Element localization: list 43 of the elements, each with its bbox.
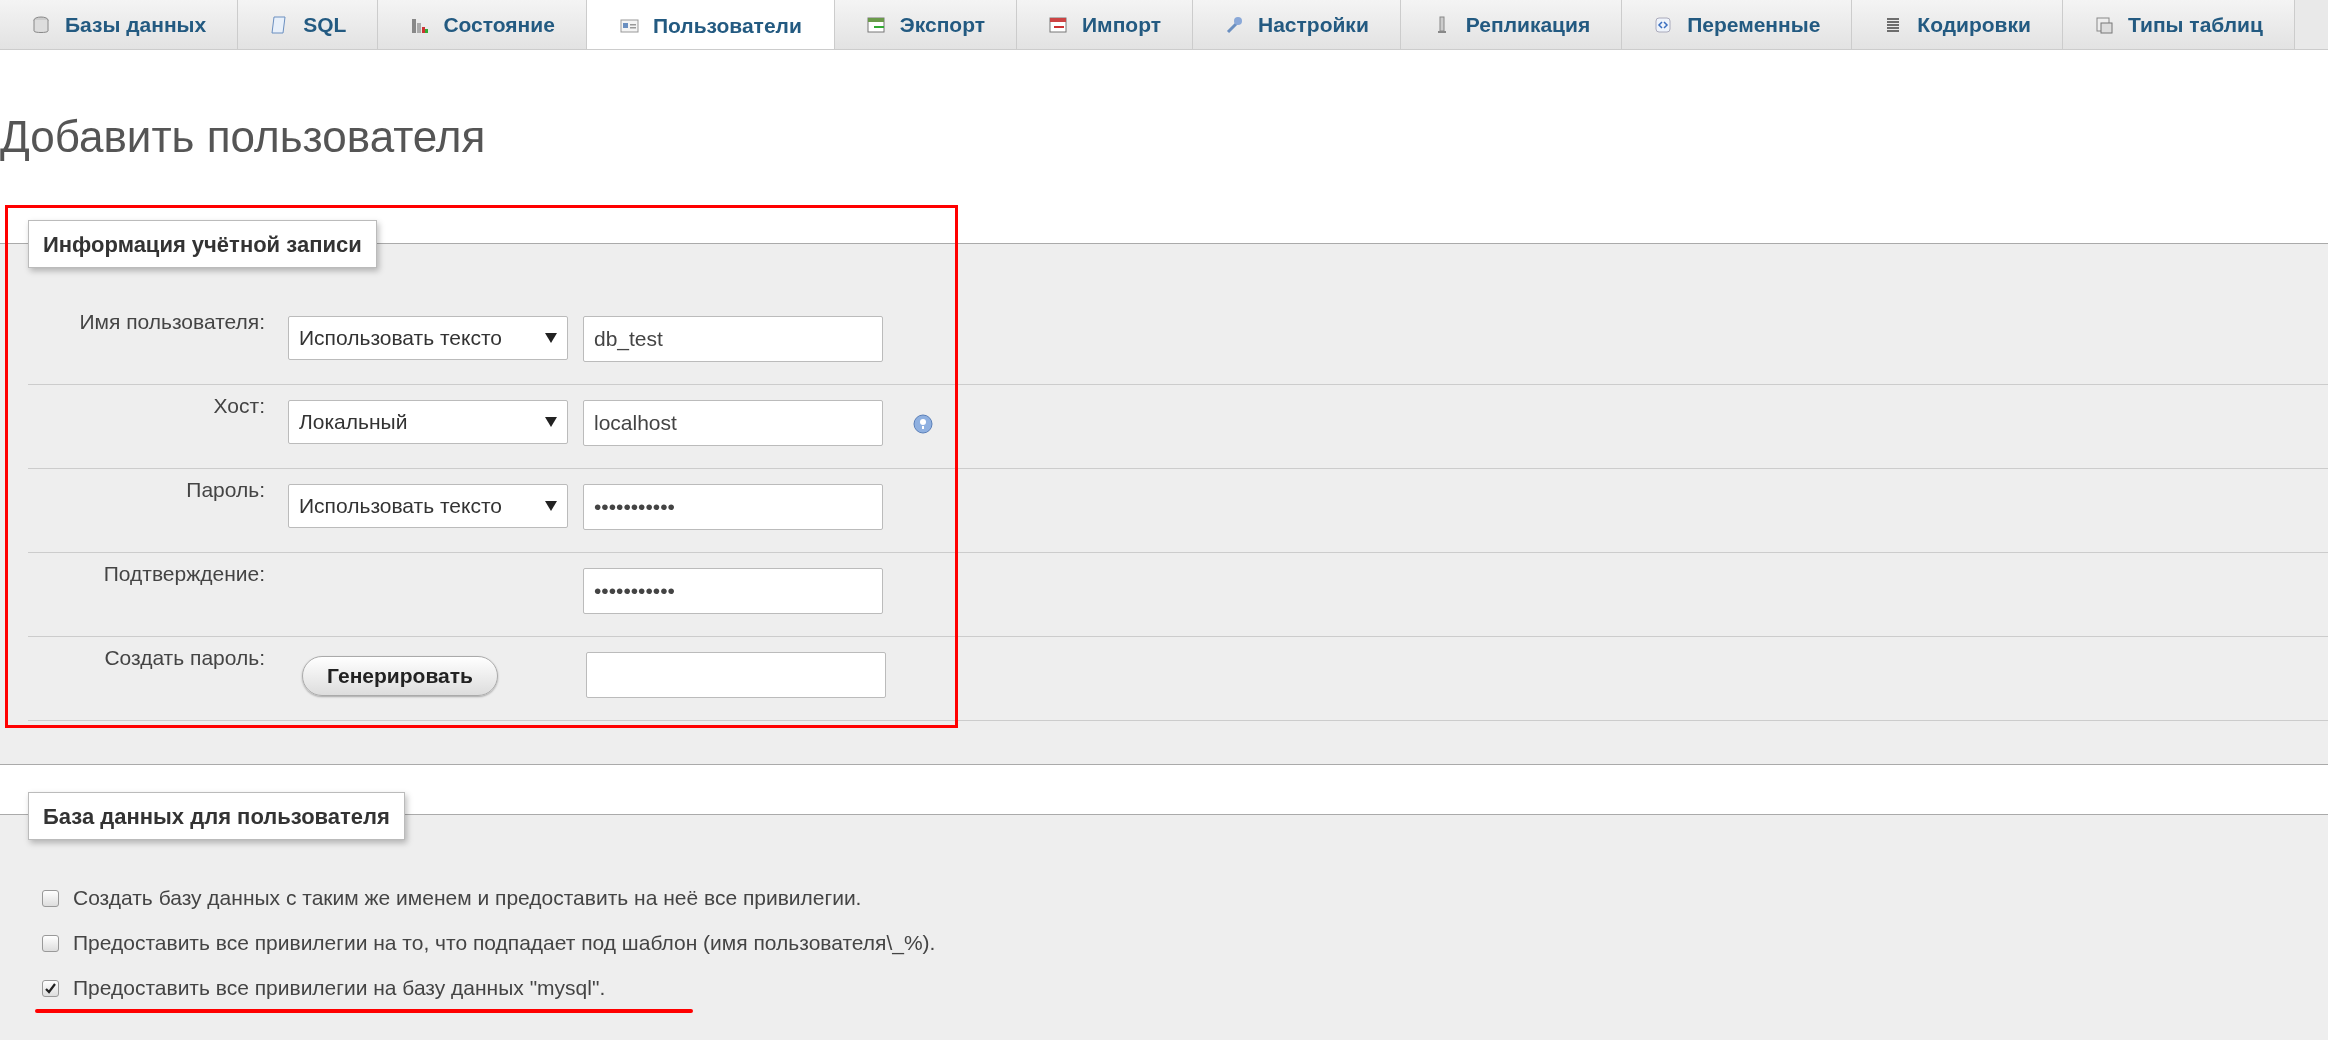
- caret-icon: [545, 417, 557, 427]
- tab[interactable]: SQL: [238, 0, 379, 49]
- cylinder-icon: [31, 15, 51, 35]
- tab[interactable]: Настройки: [1193, 0, 1401, 49]
- field-label: Подтверждение:: [102, 561, 265, 587]
- option-label: Создать базу данных с таким же именем и предоставить на неё все привилегии.: [73, 885, 862, 912]
- input-field[interactable]: [586, 652, 886, 698]
- input-field[interactable]: db_test: [583, 316, 883, 362]
- option-label: Предоставить все привилегии на то, что подпадает под шаблон (имя пользователя\_%).: [73, 930, 936, 957]
- tab[interactable]: Типы таблиц: [2062, 0, 2295, 49]
- input-field[interactable]: •••••••••••: [583, 568, 883, 614]
- tab[interactable]: Пользователи: [586, 0, 835, 49]
- checkbox[interactable]: [42, 889, 59, 907]
- caret-icon: [545, 501, 557, 511]
- field-label: Пароль:: [185, 477, 265, 503]
- input-field[interactable]: localhost: [583, 400, 883, 446]
- section-legend: База данных для пользователя: [28, 792, 405, 840]
- tab[interactable]: Импорт: [1017, 0, 1193, 49]
- caret-icon: [545, 333, 557, 343]
- checkmark-icon: [44, 981, 57, 995]
- dropdown[interactable]: Использовать тексто: [288, 484, 568, 528]
- field-label: Хост:: [212, 393, 265, 419]
- checkbox[interactable]: [42, 934, 59, 952]
- tab[interactable]: Репликация: [1400, 0, 1623, 49]
- dropdown[interactable]: Использовать тексто: [288, 316, 568, 360]
- wrench-icon: [1224, 15, 1244, 35]
- generate-button[interactable]: Генерировать: [302, 656, 498, 696]
- field-label: Имя пользователя:: [78, 309, 265, 335]
- page-title: Добавить пользователя: [0, 112, 487, 162]
- tab[interactable]: Базы данных: [0, 0, 239, 49]
- tab[interactable]: Кодировки: [1852, 0, 2063, 49]
- option-label: Предоставить все привилегии на базу данных "mysql".: [73, 975, 606, 1002]
- field-label: Создать пароль:: [103, 645, 265, 671]
- checkbox[interactable]: [42, 979, 59, 997]
- input-field[interactable]: •••••••••••: [583, 484, 883, 530]
- brackets-icon: [1653, 15, 1674, 35]
- tab[interactable]: Экспорт: [834, 0, 1017, 49]
- tab[interactable]: Состояние: [378, 0, 587, 49]
- stack-icon: [2093, 15, 2114, 35]
- dropdown[interactable]: Локальный: [288, 400, 568, 444]
- help-icon[interactable]: [913, 414, 933, 434]
- tab[interactable]: Переменные: [1622, 0, 1853, 49]
- section-legend: Информация учётной записи: [28, 220, 377, 268]
